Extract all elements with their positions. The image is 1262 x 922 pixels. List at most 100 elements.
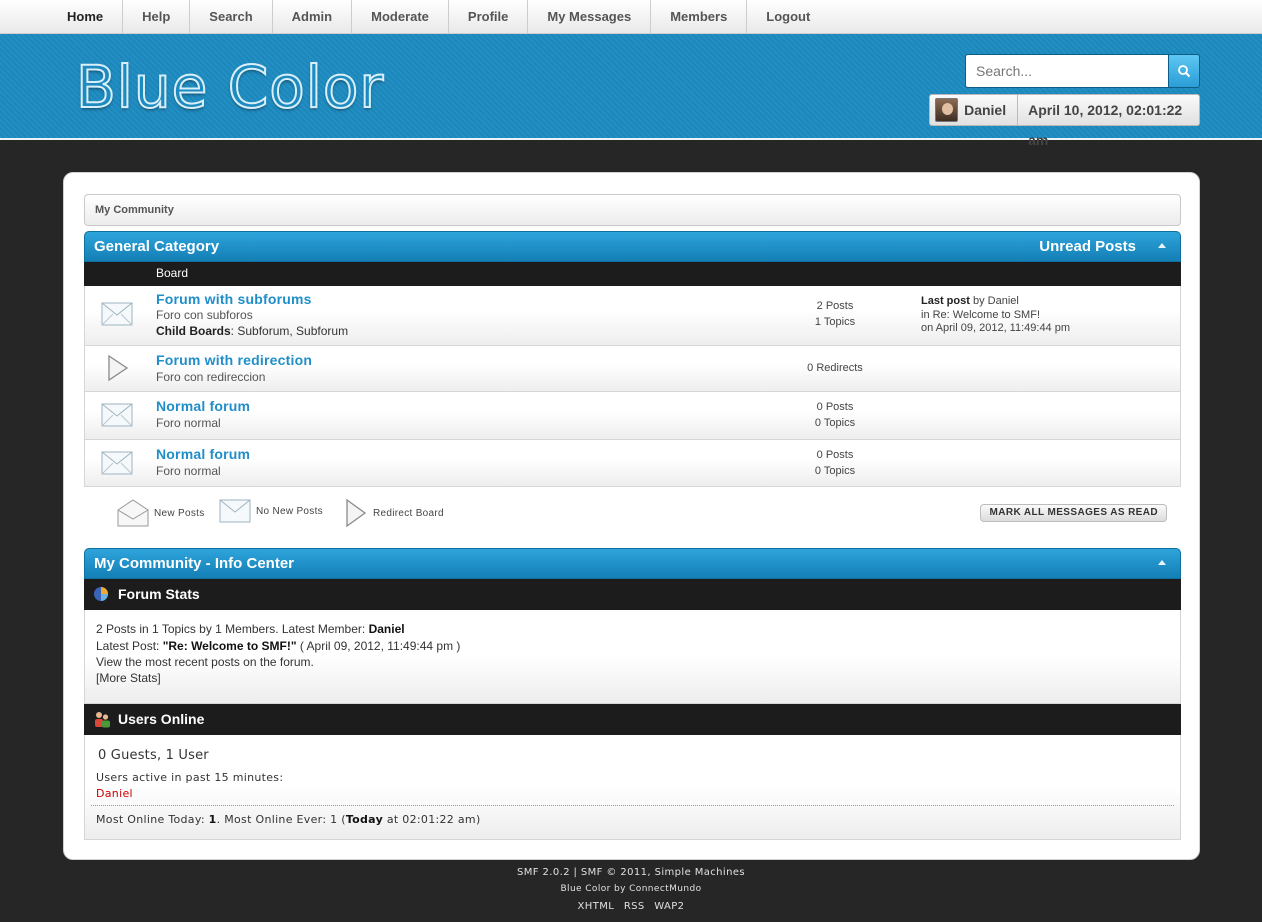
- more-stats-link[interactable]: [More Stats]: [96, 671, 161, 685]
- divider: [91, 805, 1174, 806]
- nav-admin[interactable]: Admin: [273, 0, 353, 34]
- board-stats: 2 Posts 1 Topics: [775, 298, 895, 330]
- board-title[interactable]: Normal forum: [156, 446, 250, 462]
- legend-label: No New Posts: [256, 505, 323, 517]
- last-post-date: on April 09, 2012, 11:49:44 pm: [921, 322, 1071, 334]
- board-description: Foro con redireccion: [156, 370, 266, 384]
- most-online-today: 1: [208, 813, 217, 826]
- redirect-icon: [346, 498, 367, 528]
- legend-redirect: Redirect Board: [344, 498, 444, 528]
- current-date: April 10, 2012, 02:01:22 am: [1028, 102, 1183, 148]
- posts-count: 0 Posts: [816, 401, 854, 413]
- last-post-info: Last post by Daniel in Re: Welcome to SM…: [921, 295, 1070, 336]
- breadcrumb-link[interactable]: My Community: [95, 204, 174, 216]
- latest-post-label: Latest Post:: [96, 639, 163, 653]
- last-post-author[interactable]: by Daniel: [973, 295, 1019, 307]
- user-name[interactable]: Daniel: [962, 95, 1019, 125]
- most-online-line: Most Online Today: 1. Most Online Ever: …: [96, 813, 481, 826]
- board-column-label: Board: [156, 266, 189, 280]
- legend-label: New Posts: [154, 507, 205, 519]
- last-post-label: Last post: [921, 295, 970, 307]
- search-box: [965, 54, 1200, 88]
- info-center-title: My Community - Info Center: [94, 555, 295, 572]
- footer-theme-credit[interactable]: Blue Color by ConnectMundo: [0, 884, 1262, 894]
- board-legend: New Posts No New Posts Redirect Board MA…: [84, 496, 1181, 532]
- search-input[interactable]: [965, 54, 1169, 88]
- user-info-box: Daniel April 10, 2012, 02:01:22 am: [929, 94, 1200, 148]
- pie-chart-icon: [94, 587, 108, 601]
- unread-posts-link[interactable]: Unread Posts: [1039, 232, 1136, 261]
- topics-count: 1 Topics: [814, 316, 856, 328]
- posts-count: 0 Posts: [816, 449, 854, 461]
- board-stats: 0 Redirects: [775, 360, 895, 376]
- rss-link[interactable]: RSS: [624, 901, 645, 912]
- breadcrumb: My Community: [84, 194, 1181, 226]
- site-logo[interactable]: Blue Color: [75, 52, 384, 122]
- board-row: Normal forum Foro normal 0 Posts 0 Topic…: [84, 392, 1181, 440]
- redirects-count: 0 Redirects: [807, 362, 863, 374]
- latest-post-line: Latest Post: "Re: Welcome to SMF!" ( Apr…: [96, 639, 460, 653]
- top-navigation: Home Help Search Admin Moderate Profile …: [0, 0, 1262, 34]
- board-row: Normal forum Foro normal 0 Posts 0 Topic…: [84, 440, 1181, 487]
- stats-summary: 2 Posts in 1 Topics by 1 Members. Latest…: [96, 622, 405, 636]
- legend-label: Redirect Board: [373, 507, 444, 519]
- active-users-label: Users active in past 15 minutes:: [96, 771, 284, 784]
- child-boards-label: Child Boards: [156, 324, 231, 338]
- most-online-ever-prefix: . Most Online Ever: 1 (: [216, 813, 346, 826]
- board-title[interactable]: Forum with redirection: [156, 352, 312, 368]
- site-header: Blue Color Daniel April 10, 2012, 02:01:…: [0, 34, 1262, 148]
- topics-count: 0 Topics: [814, 417, 856, 429]
- footer-links: XHTML RSS WAP2: [0, 901, 1262, 912]
- nav-moderate[interactable]: Moderate: [352, 0, 449, 34]
- board-stats: 0 Posts 0 Topics: [775, 399, 895, 431]
- envelope-icon: [101, 302, 133, 326]
- child-boards: Child Boards: Subforum, Subforum: [156, 324, 349, 338]
- forum-stats-title: Forum Stats: [118, 586, 200, 602]
- board-stats: 0 Posts 0 Topics: [775, 447, 895, 479]
- collapse-info-center-icon[interactable]: [1158, 560, 1166, 565]
- last-post-topic[interactable]: in Re: Welcome to SMF!: [921, 309, 1070, 323]
- legend-new-posts: New Posts: [117, 498, 205, 528]
- wap2-link[interactable]: WAP2: [654, 901, 684, 912]
- forum-stats-body: 2 Posts in 1 Topics by 1 Members. Latest…: [84, 610, 1181, 704]
- mark-all-read-button[interactable]: MARK ALL MESSAGES AS READ: [980, 504, 1167, 522]
- latest-post-link[interactable]: "Re: Welcome to SMF!": [163, 639, 297, 653]
- collapse-category-icon[interactable]: [1158, 243, 1166, 248]
- board-column-header: Board: [84, 262, 1181, 286]
- child-board-link[interactable]: Subforum: [296, 324, 348, 338]
- online-summary: 0 Guests, 1 User: [98, 748, 209, 763]
- info-center-header: My Community - Info Center: [84, 548, 1181, 579]
- stats-summary-text: 2 Posts in 1 Topics by 1 Members. Latest…: [96, 622, 369, 636]
- search-icon: [1178, 65, 1191, 78]
- board-title[interactable]: Forum with subforums: [156, 291, 312, 307]
- most-online-prefix: Most Online Today:: [96, 813, 209, 826]
- nav-my-messages[interactable]: My Messages: [528, 0, 652, 34]
- board-row: Forum with subforums Foro con subforos C…: [84, 286, 1181, 346]
- board-title[interactable]: Normal forum: [156, 398, 250, 414]
- board-description: Foro normal: [156, 416, 221, 430]
- category-title[interactable]: General Category: [94, 238, 219, 255]
- nav-profile[interactable]: Profile: [449, 0, 529, 34]
- topics-count: 0 Topics: [814, 465, 856, 477]
- footer-copyright[interactable]: SMF 2.0.2 | SMF © 2011, Simple Machines: [0, 867, 1262, 878]
- nav-home[interactable]: Home: [48, 0, 124, 34]
- avatar[interactable]: [935, 98, 959, 122]
- legend-no-new-posts: No New Posts: [219, 498, 323, 524]
- latest-member-link[interactable]: Daniel: [369, 622, 405, 636]
- nav-logout[interactable]: Logout: [747, 0, 829, 34]
- xhtml-link[interactable]: XHTML: [578, 901, 615, 912]
- search-button[interactable]: [1169, 54, 1200, 88]
- new-posts-icon: [117, 499, 149, 527]
- envelope-icon: [101, 403, 133, 427]
- nav-help[interactable]: Help: [123, 0, 191, 34]
- child-board-link[interactable]: Subforum: [237, 324, 289, 338]
- board-row: Forum with redirection Foro con redirecc…: [84, 346, 1181, 392]
- redirect-icon: [108, 354, 129, 382]
- board-description: Foro normal: [156, 464, 221, 478]
- recent-posts-link[interactable]: View the most recent posts on the forum.: [96, 655, 314, 669]
- nav-members[interactable]: Members: [651, 0, 748, 34]
- online-user-link[interactable]: Daniel: [96, 787, 133, 800]
- envelope-icon: [101, 451, 133, 475]
- nav-search[interactable]: Search: [190, 0, 273, 34]
- envelope-icon: [219, 499, 251, 523]
